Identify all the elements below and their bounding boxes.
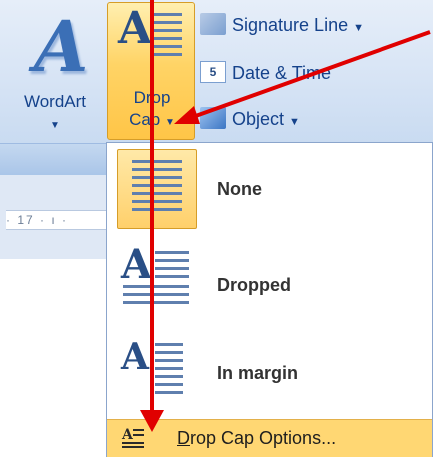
menu-item-none[interactable]: None <box>107 143 432 235</box>
menu-item-label: Dropped <box>217 275 291 295</box>
svg-text:A: A <box>121 427 134 443</box>
ruler-text: · 17 · ı · <box>6 213 69 227</box>
menu-item-dropped[interactable]: A Dropped <box>107 235 432 327</box>
menu-item-in-margin[interactable]: A In margin <box>107 327 432 419</box>
wordart-button[interactable]: A WordArt ▼ <box>6 2 104 140</box>
wordart-icon: A <box>34 5 89 88</box>
in-margin-option-icon: A <box>117 333 197 413</box>
ribbon-bottom-bar <box>0 143 110 176</box>
menu-item-label: In margin <box>217 363 299 383</box>
wordart-label: WordArt <box>23 92 87 111</box>
none-option-icon <box>117 149 197 229</box>
drop-cap-icon: A <box>118 3 153 54</box>
chevron-down-icon: ▼ <box>50 120 60 131</box>
ruler: · 17 · ı · <box>6 210 110 230</box>
drop-cap-label-line2: Cap <box>129 110 161 129</box>
menu-item-label: None <box>217 179 262 199</box>
dropped-option-icon: A <box>117 241 197 321</box>
drop-cap-options-label: Drop Cap Options... <box>177 428 337 448</box>
